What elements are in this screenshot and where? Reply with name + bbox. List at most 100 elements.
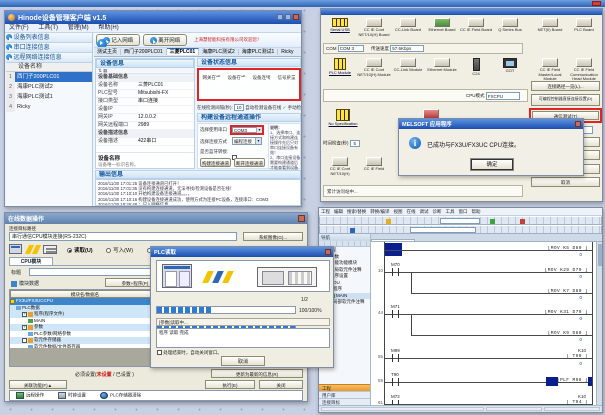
plc-if-item[interactable]: CC IE Field Master/Local Module <box>533 58 567 82</box>
gx-menu-item[interactable]: 编辑 <box>334 209 343 214</box>
output-log[interactable]: 2016/11/30 17:01:25 设备连接通道已打开！ 2016/11/3… <box>95 179 301 206</box>
gx-menu-item[interactable]: 窗口 <box>459 209 468 214</box>
popup-titlebar[interactable]: MELSOFT 应用程序 <box>399 119 583 129</box>
gx-menu-item[interactable]: 工程 <box>321 209 330 214</box>
direct-connection-button[interactable]: 可编程控制器直接连接设置(D) <box>531 94 600 106</box>
ladder-instruction[interactable]: [MOV K7 D80 ] <box>548 289 588 294</box>
table-row[interactable]: 4Ricky <box>6 102 92 112</box>
plc-if-item[interactable]: PLC Module <box>323 58 357 76</box>
prop-value[interactable]: 12.0.0.2 <box>138 114 194 121</box>
online-titlebar[interactable]: 在线数据操作 <box>5 213 307 224</box>
gx-menu-item[interactable]: 视图 <box>394 209 403 214</box>
cpu-mode-value[interactable]: FXCPU <box>486 92 520 100</box>
radio-write[interactable]: 写入(W) <box>106 248 133 254</box>
close-icon[interactable] <box>325 249 331 255</box>
sidebar-item-devices[interactable]: 设备列表信息 <box>6 33 92 43</box>
ladder-instruction[interactable]: [MOV K5 D80 ] <box>548 246 588 251</box>
cancel-button[interactable]: 取消 <box>221 356 265 366</box>
pc-if-item[interactable]: Q Series Bus <box>493 18 527 33</box>
nav-tab-connection[interactable]: 连接目标 <box>319 398 370 405</box>
pc-if-item[interactable]: CC IE Field Board <box>459 18 493 33</box>
plc-if-item[interactable]: C24 <box>459 58 493 77</box>
contact-label[interactable]: M72 <box>391 394 400 399</box>
plc-if-item[interactable]: Ethernet Module <box>425 58 459 73</box>
tab-cpu-module[interactable]: CPU模块 <box>9 257 53 265</box>
pc-if-item[interactable]: Serial USB <box>323 18 357 33</box>
tool-clear[interactable]: PLC存储器清除 <box>100 392 141 399</box>
ladder-instruction[interactable]: [MOV K9 D80 ] <box>548 331 588 336</box>
tab-mitsubishi[interactable]: 三菱PLC01 <box>167 48 200 55</box>
speed-value[interactable]: 57.6Kbps <box>390 45 424 52</box>
gx-menu-item[interactable]: 搜索/替换 <box>347 209 366 214</box>
plc-if-item[interactable]: CC IE Field Communication Head Module <box>567 58 601 82</box>
auto-close-row[interactable]: 处理结束时，自动关闭窗口。 <box>157 350 222 356</box>
plc-read-titlebar[interactable]: PLC读取 <box>151 247 333 257</box>
hinode-titlebar[interactable]: Hinode设备管理客户端 v1.5 <box>5 11 301 24</box>
prop-group[interactable]: 设备基础信息 <box>96 74 132 81</box>
vertical-scrollbar[interactable] <box>596 242 602 405</box>
scrollbar-thumb[interactable] <box>598 244 602 266</box>
prop-value[interactable]: Mitsubishi-FX <box>138 90 194 97</box>
toolbar-dropdown[interactable] <box>440 218 480 224</box>
auto-close-checkbox[interactable] <box>157 350 162 355</box>
menu-manage[interactable]: 管理(M) <box>68 25 89 31</box>
com-select[interactable]: COM3▾ <box>232 127 262 133</box>
gx-menu-item[interactable]: 诊断 <box>433 209 442 214</box>
close-icon[interactable] <box>592 1 601 6</box>
table-row[interactable]: 3海康PLC测试1 <box>6 92 92 102</box>
contact-label[interactable]: M71 <box>391 304 400 309</box>
maximize-icon[interactable] <box>285 14 291 20</box>
plc-if-item[interactable]: CC IE Cont NET/10(H) Module <box>357 58 391 77</box>
build-channel-button[interactable]: 构建连接通道 <box>200 158 231 167</box>
toolbar-dropdown[interactable] <box>410 227 476 233</box>
prop-value[interactable]: 422串口 <box>138 138 194 145</box>
gx-menu-item[interactable]: 帮助 <box>472 209 481 214</box>
prop-group[interactable]: 设备描述信息 <box>96 130 132 137</box>
progress-log[interactable]: 程序 读取 完成 <box>156 328 330 348</box>
ladder-instruction[interactable]: [MOV K29 D79 ] <box>545 268 588 273</box>
ladder-instruction[interactable]: [PLF M98 ] <box>557 378 588 383</box>
mode-select[interactable]: 编程连接▾ <box>232 137 262 145</box>
com-port-value[interactable]: COM 3 <box>338 45 364 52</box>
pc-if-item[interactable]: NET(II) Board <box>533 18 567 33</box>
pc-if-item[interactable]: Ethernet Board <box>425 18 459 33</box>
tab-hik2[interactable]: 海康PLC测试2 <box>199 49 239 55</box>
row-checkbox[interactable] <box>22 325 27 330</box>
ladder-instruction[interactable]: [MOV K31 D79 ] <box>545 310 588 315</box>
transfer-titlebar[interactable] <box>321 9 602 15</box>
gx-menu-item[interactable]: 工具 <box>446 209 455 214</box>
menu-help[interactable]: 帮助(H) <box>98 25 118 31</box>
tab-hik1[interactable]: 海康PLC测试1 <box>239 49 279 55</box>
gx-menu-item[interactable]: 在线 <box>407 209 416 214</box>
disconnect-channel-button[interactable]: 断开连接通道 <box>234 158 265 167</box>
plc-if-item[interactable]: CC-Link Module <box>391 58 425 73</box>
route-item[interactable]: CC IE Field <box>357 157 391 172</box>
sidebar-item-serial[interactable]: 串口连接信息 <box>6 43 92 53</box>
prop-value[interactable] <box>138 106 194 113</box>
prop-value[interactable]: 三菱PLC01 <box>138 82 194 89</box>
auto-detect-check[interactable]: ✓ <box>283 105 287 110</box>
pc-if-item[interactable]: CC IE Cont NET/10(H) Board <box>357 18 391 37</box>
popup-ok-button[interactable]: 确定 <box>471 159 513 170</box>
system-image-button[interactable]: 系统图像(G)... <box>243 232 303 241</box>
interval-input[interactable]: 10 <box>234 104 244 111</box>
manual-detect-label[interactable]: 手动检测设备在线 <box>288 105 301 110</box>
gx-menu-item[interactable]: 转换/编译 <box>370 209 389 214</box>
connection-path-list-button[interactable]: 连接路径一览(L)... <box>531 81 600 91</box>
leave-network-button[interactable]: 离开网络 <box>143 34 187 46</box>
plc-if-item[interactable]: GOT <box>493 58 527 74</box>
network-icon[interactable] <box>97 39 107 48</box>
menu-tools[interactable]: 工具(T) <box>38 25 58 31</box>
timer-coil[interactable]: ( T90 ) <box>566 354 588 359</box>
table-row[interactable]: 2海康PLC测试2 <box>6 82 92 92</box>
tool-clock[interactable]: 时钟设置 <box>58 392 86 399</box>
pc-if-item[interactable]: PLC Board <box>567 18 601 33</box>
gx-toolbar-row1[interactable] <box>319 216 602 225</box>
contact-label[interactable]: T90 <box>391 372 399 377</box>
sidebar-item-remote[interactable]: 远程网络连接信息 <box>6 53 92 63</box>
column-header[interactable]: 模块名/数据名 <box>10 290 160 298</box>
row-checkbox[interactable] <box>22 312 27 317</box>
contact-label[interactable]: M99 <box>391 348 400 353</box>
row-checkbox[interactable] <box>22 338 27 343</box>
tool-remote[interactable]: 远程操作 <box>16 392 44 399</box>
